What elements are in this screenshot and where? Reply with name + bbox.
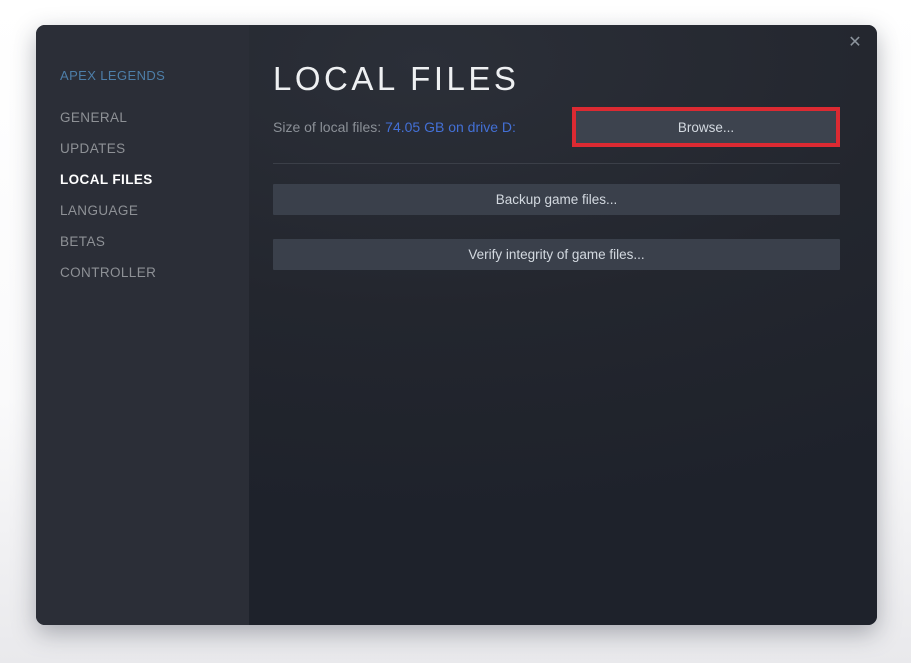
sidebar-item-language[interactable]: LANGUAGE — [36, 195, 249, 226]
divider — [273, 163, 840, 164]
sidebar-item-general[interactable]: GENERAL — [36, 102, 249, 133]
sidebar-game-title[interactable]: APEX LEGENDS — [36, 68, 249, 90]
sidebar-item-local-files[interactable]: LOCAL FILES — [36, 164, 249, 195]
highlight-box: Browse... — [572, 107, 840, 147]
verify-button[interactable]: Verify integrity of game files... — [273, 239, 840, 270]
page-title: LOCAL FILES — [273, 60, 520, 97]
size-label: Size of local files: — [273, 119, 382, 135]
game-properties-dialog: ✕ APEX LEGENDS GENERAL UPDATES LOCAL FILES… — [36, 25, 877, 625]
size-text: Size of local files: 74.05 GB on drive D: — [273, 119, 516, 135]
close-button[interactable]: ✕ — [844, 31, 866, 53]
browse-button[interactable]: Browse... — [576, 111, 836, 143]
size-row: Size of local files: 74.05 GB on drive D:… — [273, 105, 840, 149]
size-value: 74.05 GB on drive D: — [385, 119, 516, 135]
sidebar-item-controller[interactable]: CONTROLLER — [36, 257, 249, 288]
sidebar-nav: GENERAL UPDATES LOCAL FILES LANGUAGE BETAS CO… — [36, 102, 249, 288]
sidebar-item-betas[interactable]: BETAS — [36, 226, 249, 257]
backup-button[interactable]: Backup game files... — [273, 184, 840, 215]
main-panel: LOCAL FILES Size of local files: 74.05 GB… — [249, 25, 877, 625]
close-icon: ✕ — [848, 34, 862, 51]
sidebar-item-updates[interactable]: UPDATES — [36, 133, 249, 164]
sidebar: APEX LEGENDS GENERAL UPDATES LOCAL FILES LA… — [36, 25, 249, 625]
